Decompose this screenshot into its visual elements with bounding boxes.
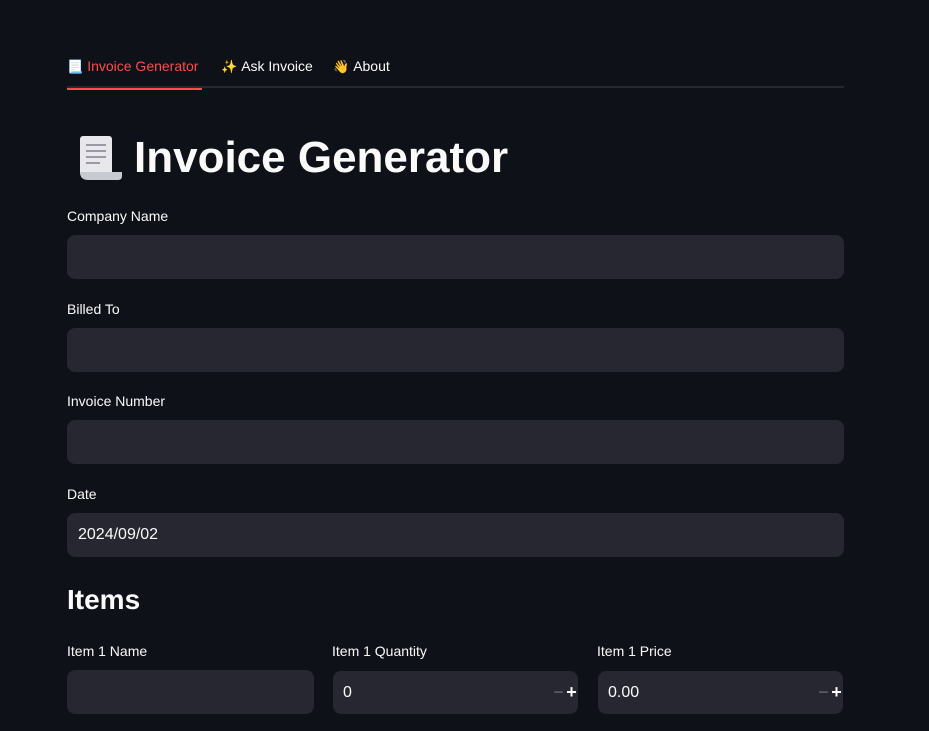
waving-hand-icon: 👋	[333, 58, 350, 74]
increment-button[interactable]: +	[565, 671, 578, 714]
item1-price-label: Item 1 Price	[597, 643, 672, 659]
scroll-icon	[80, 136, 122, 180]
invoice-number-label: Invoice Number	[67, 393, 166, 409]
item1-quantity-label: Item 1 Quantity	[332, 643, 427, 659]
items-heading: Items	[67, 584, 141, 615]
billed-to-input[interactable]	[67, 328, 844, 372]
tab-invoice-generator[interactable]: 📃 Invoice Generator	[67, 44, 202, 90]
billed-to-label: Billed To	[67, 301, 120, 317]
company-name-input[interactable]	[67, 235, 844, 279]
sparkles-icon: ✨	[221, 58, 238, 74]
tab-bar: 📃 Invoice Generator ✨ Ask Invoice 👋 Abou…	[67, 44, 844, 90]
invoice-number-input[interactable]	[67, 420, 844, 464]
item1-quantity-input[interactable]	[333, 682, 552, 703]
page-title-text: Invoice Generator	[134, 133, 509, 182]
tab-ask-invoice[interactable]: ✨ Ask Invoice	[221, 44, 313, 88]
scroll-icon: 📃	[67, 58, 84, 74]
company-name-label: Company Name	[67, 208, 169, 224]
increment-button[interactable]: +	[830, 671, 843, 714]
item1-quantity-stepper: − +	[333, 671, 578, 714]
tab-label: Ask Invoice	[241, 58, 313, 74]
item1-price-stepper: − +	[598, 671, 843, 714]
item1-name-label: Item 1 Name	[67, 643, 148, 659]
tab-label: Invoice Generator	[87, 58, 199, 74]
tab-label: About	[353, 58, 390, 74]
decrement-button[interactable]: −	[552, 671, 565, 714]
page-title: Invoice Generator	[72, 128, 508, 188]
date-label: Date	[67, 486, 97, 502]
item1-name-input[interactable]	[67, 670, 314, 714]
active-tab-indicator	[67, 88, 202, 90]
app-page: 📃 Invoice Generator ✨ Ask Invoice 👋 Abou…	[0, 0, 929, 731]
date-input[interactable]	[67, 513, 844, 557]
item1-price-input[interactable]	[598, 682, 817, 703]
decrement-button[interactable]: −	[817, 671, 830, 714]
tab-about[interactable]: 👋 About	[333, 44, 390, 88]
